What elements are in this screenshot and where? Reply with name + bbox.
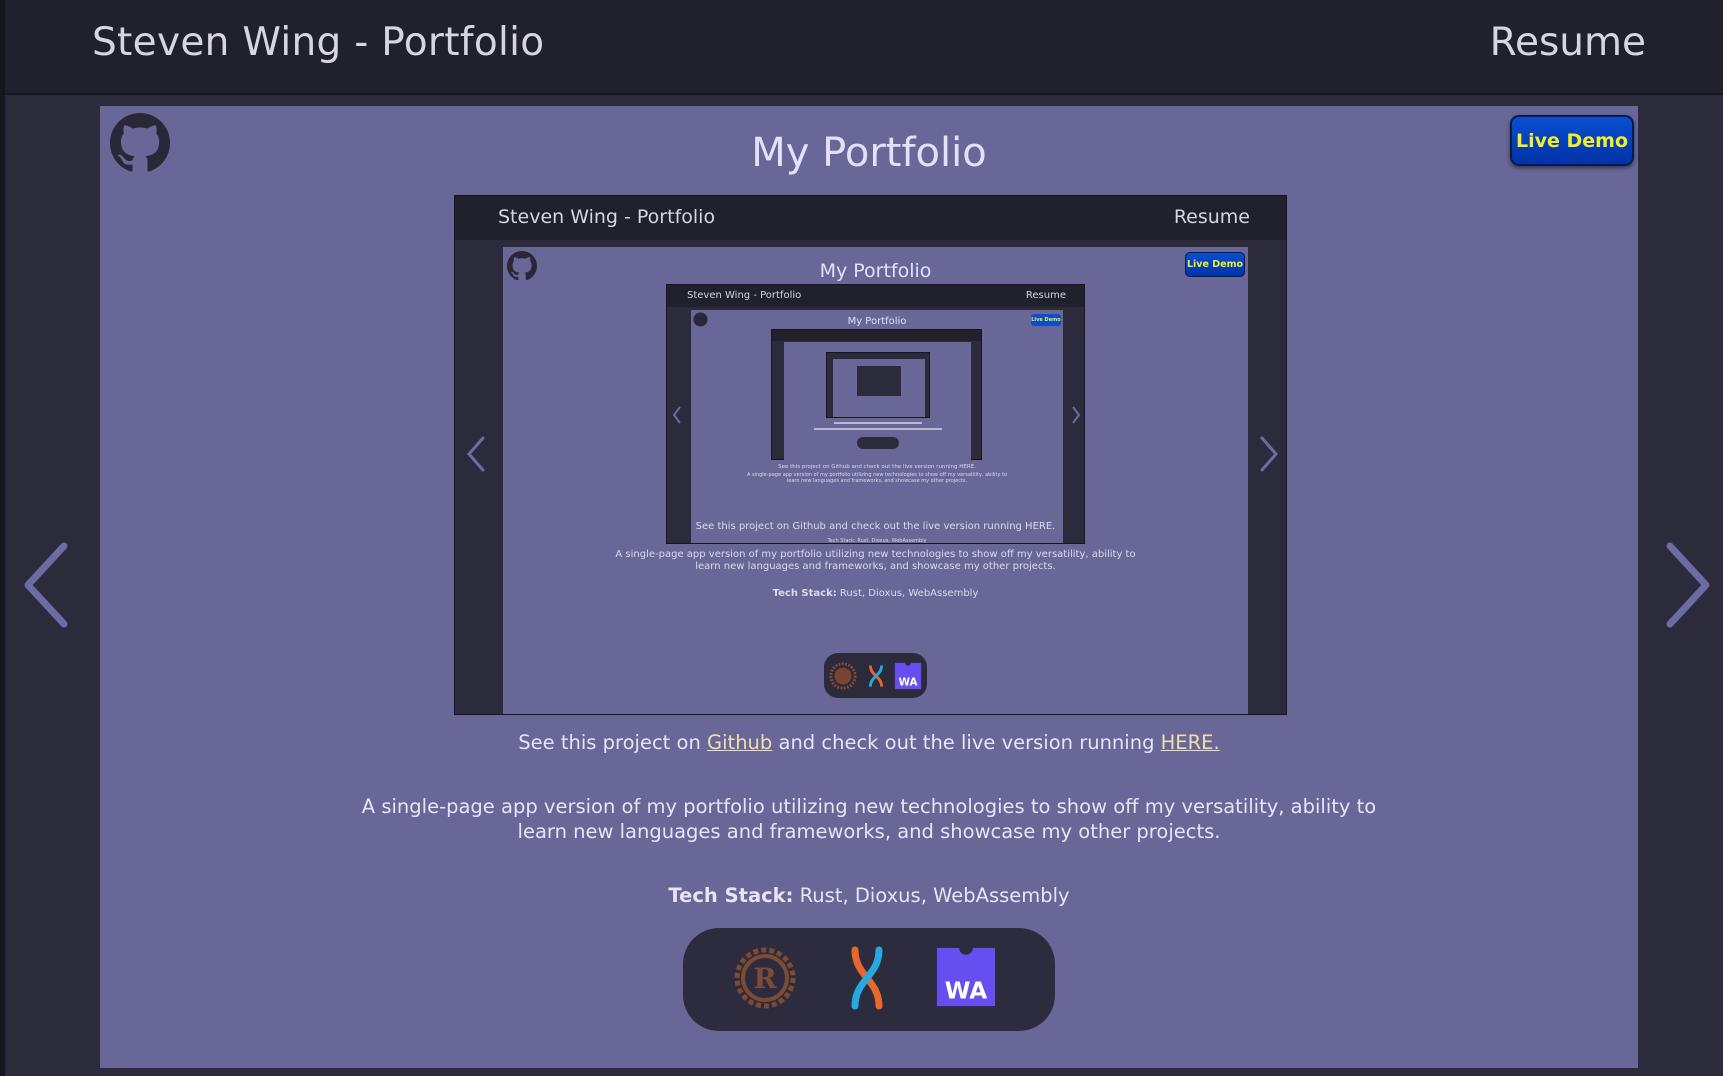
portfolio-page: Steven Wing - Portfolio Resume Live Demo… bbox=[0, 0, 1723, 1076]
project-screenshot: Steven Wing - Portfolio Resume Live Demo… bbox=[454, 195, 1287, 715]
site-title[interactable]: Steven Wing - Portfolio bbox=[92, 20, 544, 65]
github-link[interactable]: Github bbox=[707, 731, 772, 754]
resume-link[interactable]: Resume bbox=[1490, 20, 1646, 65]
preview-next-arrow-icon bbox=[1260, 436, 1278, 472]
project-title: My Portfolio bbox=[751, 130, 987, 176]
preview-dioxus-icon bbox=[868, 664, 883, 687]
rust-icon[interactable]: R bbox=[733, 946, 797, 1010]
deep-text-line bbox=[814, 428, 942, 430]
deep-inner-card bbox=[833, 359, 925, 417]
preview-links-line: See this project on Github and check out… bbox=[695, 521, 1056, 532]
preview-site-title: Steven Wing - Portfolio bbox=[498, 206, 716, 228]
preview-tech-value: Rust, Dioxus, WebAssembly bbox=[836, 588, 979, 599]
preview-tech-stack: Tech Stack: Rust, Dioxus, WebAssembly bbox=[503, 588, 1248, 600]
tech-stack-value: Rust, Dioxus, WebAssembly bbox=[793, 884, 1070, 907]
top-nav-bar: Steven Wing - Portfolio Resume bbox=[5, 0, 1723, 95]
nested-resume: Resume bbox=[1025, 290, 1066, 301]
nested-card-title: My Portfolio bbox=[847, 316, 907, 327]
nested-links-line: See this project on Github and check out… bbox=[778, 464, 976, 470]
preview-prev-arrow-icon bbox=[467, 436, 485, 472]
links-text-part2: and check out the live version running bbox=[772, 731, 1161, 754]
project-card: Live Demo My Portfolio Steven Wing - Por… bbox=[100, 106, 1638, 1068]
preview-rust-icon bbox=[829, 661, 857, 690]
project-description: A single-page app version of my portfoli… bbox=[361, 795, 1377, 843]
preview-header: Steven Wing - Portfolio Resume bbox=[455, 196, 1286, 240]
preview-resume-link: Resume bbox=[1173, 206, 1250, 228]
deep-card bbox=[784, 342, 971, 461]
nested-next-arrow-icon bbox=[1072, 406, 1081, 424]
nested-header: Steven Wing - Portfolio Resume bbox=[667, 285, 1084, 307]
deep-header bbox=[772, 330, 981, 341]
preview-tech-icons: WA bbox=[824, 653, 927, 698]
deep-text-line bbox=[834, 422, 922, 424]
nested-prev-arrow-icon bbox=[672, 406, 681, 424]
nested-site-title: Steven Wing - Portfolio bbox=[687, 290, 802, 301]
carousel-next-arrow-icon[interactable] bbox=[1658, 540, 1714, 630]
preview-card-title: My Portfolio bbox=[819, 260, 932, 282]
webassembly-icon[interactable]: WA bbox=[935, 946, 997, 1008]
preview-tech-label: Tech Stack: bbox=[772, 588, 837, 599]
webassembly-text: WA bbox=[945, 977, 988, 1004]
nested-description: A single-page app version of my portfoli… bbox=[746, 472, 1008, 484]
svg-text:R: R bbox=[753, 962, 777, 995]
deep-shot bbox=[826, 352, 930, 418]
deep-tech-pill bbox=[857, 437, 899, 449]
window-edge bbox=[0, 0, 5, 1076]
deep-inner-shot bbox=[857, 366, 901, 396]
links-text-part1: See this project on bbox=[518, 731, 708, 754]
tech-stack-icons: R WA bbox=[683, 928, 1055, 1031]
preview-wa-text: WA bbox=[898, 676, 917, 688]
tech-stack-line: Tech Stack: Rust, Dioxus, WebAssembly bbox=[100, 884, 1638, 907]
tech-stack-label: Tech Stack: bbox=[668, 884, 794, 907]
nested-deeper-screenshot bbox=[771, 329, 982, 461]
nested-tech-line: Tech Stack: Rust, Dioxus, WebAssembly bbox=[827, 538, 927, 544]
carousel-prev-arrow-icon[interactable] bbox=[20, 540, 76, 630]
project-links-sentence: See this project on Github and check out… bbox=[100, 731, 1638, 754]
live-version-link[interactable]: HERE. bbox=[1161, 731, 1220, 754]
dioxus-icon[interactable] bbox=[835, 946, 899, 1010]
nested-card: Live Demo My Portfolio See this project … bbox=[691, 310, 1063, 544]
preview-webassembly-icon: WA bbox=[894, 660, 921, 689]
preview-card: Live Demo My Portfolio Steven Wing - Por… bbox=[503, 247, 1248, 714]
preview-description: A single-page app version of my portfoli… bbox=[615, 549, 1136, 572]
preview-nested-screenshot: Steven Wing - Portfolio Resume Live Demo bbox=[666, 284, 1085, 544]
